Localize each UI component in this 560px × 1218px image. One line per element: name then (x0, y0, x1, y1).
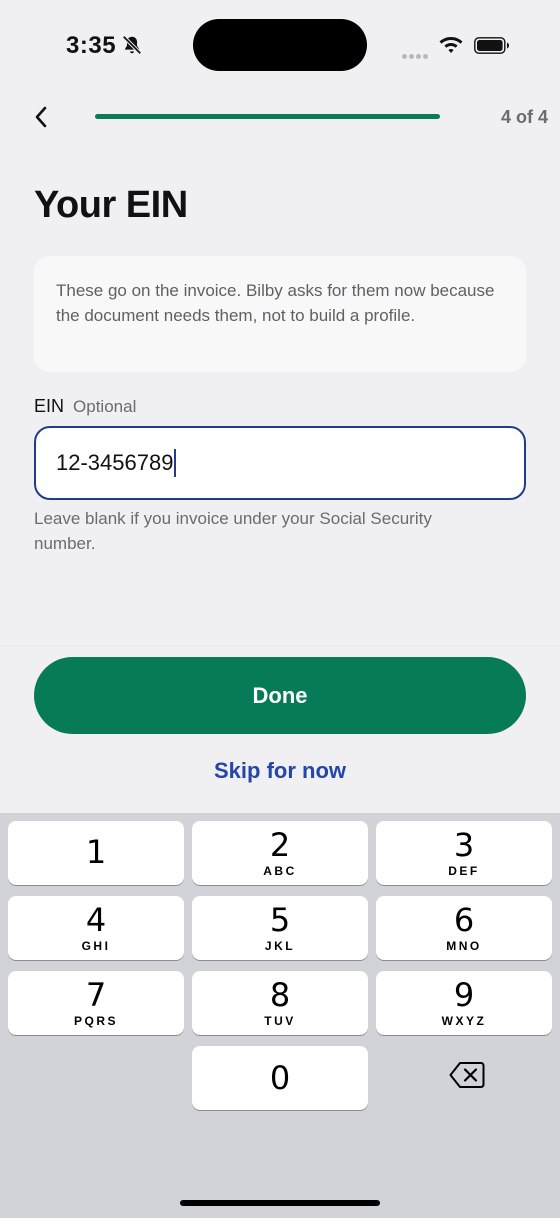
key-letters: WXYZ (441, 1014, 487, 1028)
delete-backspace-icon[interactable] (449, 1061, 485, 1089)
key-digit: 9 (453, 976, 475, 1014)
back-button[interactable] (26, 102, 56, 132)
chevron-left-icon (35, 106, 47, 128)
key-1[interactable]: 1 (8, 821, 184, 885)
key-letters: TUV (264, 1014, 296, 1028)
key-letters: PQRS (73, 1014, 118, 1028)
key-letters: GHI (81, 939, 111, 953)
key-3[interactable]: 3 DEF (376, 821, 552, 885)
wifi-icon (439, 37, 463, 53)
key-letters: JKL (264, 939, 296, 953)
ein-input[interactable]: 12-3456789 (34, 426, 526, 500)
battery-icon (474, 37, 509, 54)
key-digit: 2 (269, 826, 291, 864)
text-cursor (174, 449, 177, 477)
done-button[interactable]: Done (34, 657, 526, 734)
optional-tag: Optional (73, 397, 137, 416)
key-5[interactable]: 5 JKL (192, 896, 368, 960)
home-indicator (180, 1200, 380, 1206)
key-digit: 5 (269, 901, 291, 939)
step-indicator: 4 of 4 (500, 107, 548, 127)
key-digit: 1 (85, 833, 107, 871)
key-6[interactable]: 6 MNO (376, 896, 552, 960)
key-letters: ABC (263, 864, 297, 878)
ein-field-label: EIN Optional (34, 396, 136, 417)
status-bar: 3:35 (0, 0, 560, 90)
key-letters: DEF (448, 864, 480, 878)
cellular-signal-icon (402, 46, 430, 64)
ein-label: EIN (34, 396, 65, 416)
ein-input-value: 12-3456789 (56, 450, 174, 475)
key-digit: 0 (269, 1059, 291, 1097)
helper-text: Leave blank if you invoice under your So… (34, 509, 432, 553)
bell-slash-icon (122, 35, 142, 55)
key-4[interactable]: 4 GHI (8, 896, 184, 960)
key-letters: MNO (446, 939, 482, 953)
info-card: These go on the invoice. Bilby asks for … (34, 256, 526, 372)
key-digit: 3 (453, 826, 475, 864)
page-title: Your EIN (34, 184, 188, 226)
skip-for-now-link[interactable]: Skip for now (0, 758, 560, 784)
status-time: 3:35 (66, 32, 117, 59)
key-digit: 6 (453, 901, 475, 939)
key-digit: 8 (269, 976, 291, 1014)
info-text: These go on the invoice. Bilby asks for … (56, 281, 495, 325)
key-7[interactable]: 7 PQRS (8, 971, 184, 1035)
key-9[interactable]: 9 WXYZ (376, 971, 552, 1035)
dynamic-island (193, 19, 367, 71)
key-digit: 4 (85, 901, 107, 939)
key-8[interactable]: 8 TUV (192, 971, 368, 1035)
progress-bar (95, 114, 440, 119)
key-0[interactable]: 0 (192, 1046, 368, 1110)
key-digit: 7 (85, 976, 107, 1014)
key-2[interactable]: 2 ABC (192, 821, 368, 885)
